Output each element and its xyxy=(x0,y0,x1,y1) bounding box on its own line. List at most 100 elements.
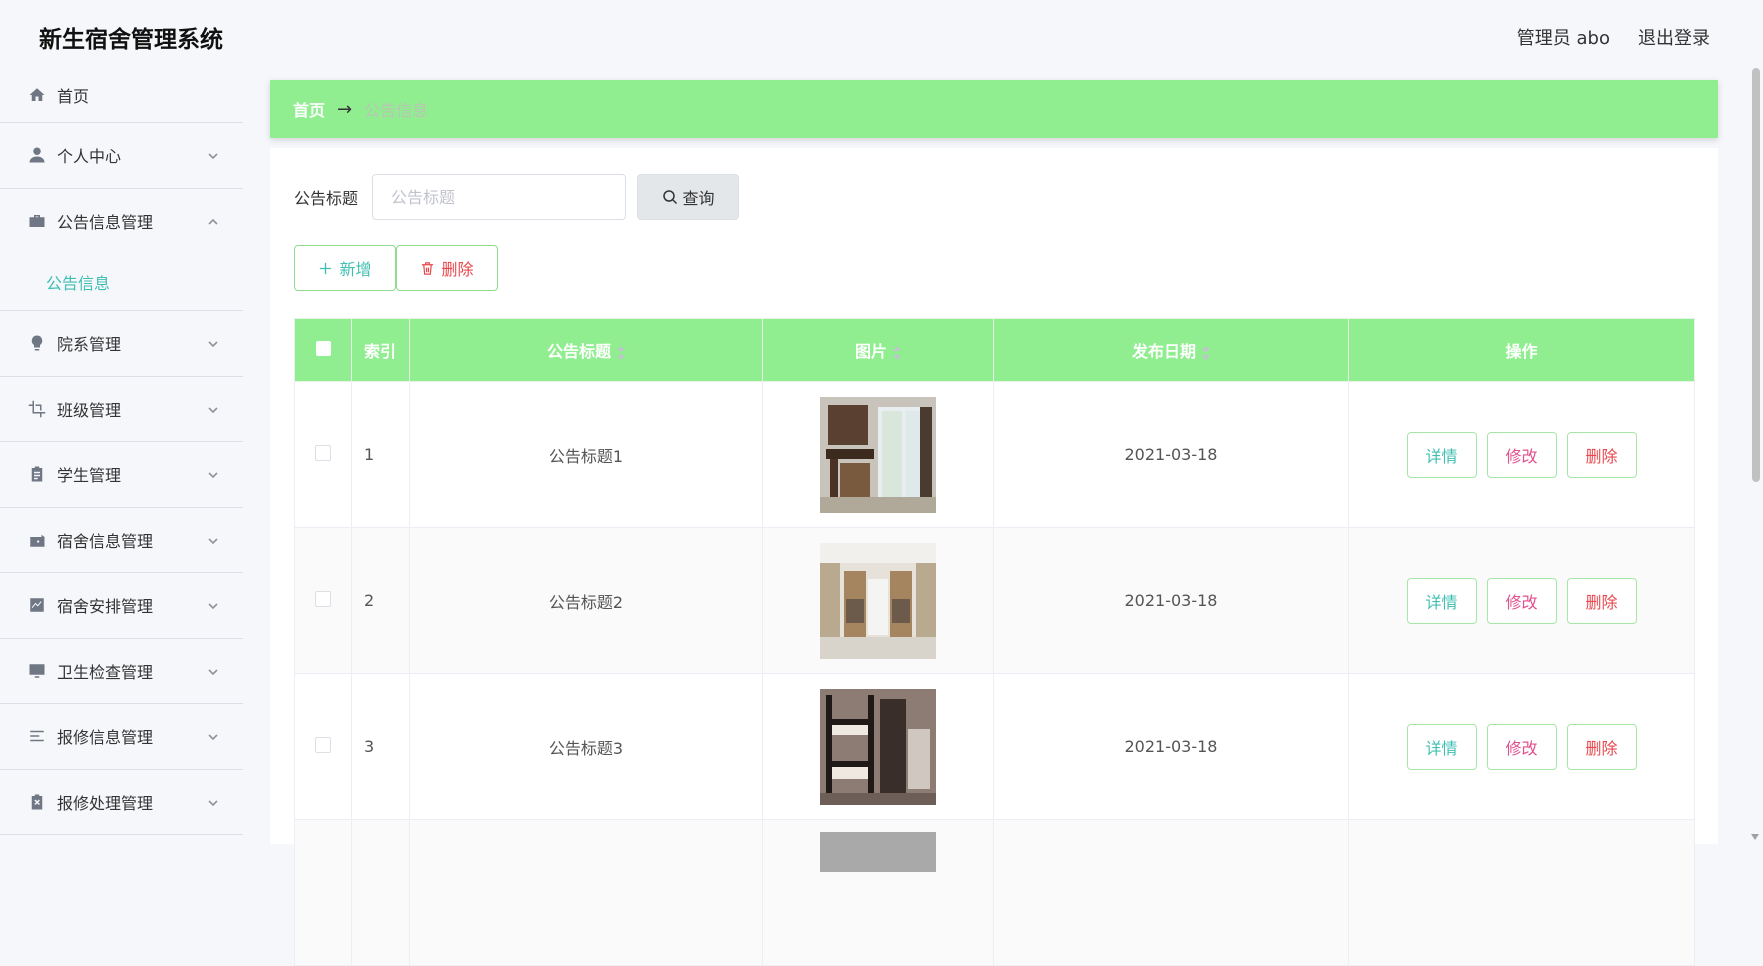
bulk-delete-label: 删除 xyxy=(441,260,474,279)
dorm-photo-image xyxy=(820,542,936,659)
chevron-down-icon xyxy=(207,335,219,348)
scrollbar-thumb[interactable] xyxy=(1752,68,1760,482)
briefcase-icon xyxy=(28,212,46,230)
sidebar-item-label: 宿舍信息管理 xyxy=(57,531,154,551)
wallet-icon xyxy=(28,531,46,549)
sort-icon[interactable] xyxy=(617,345,625,360)
current-user-label: 管理员 abo xyxy=(1516,28,1610,49)
sidebar-item-repair-handling[interactable]: 报修处理管理 xyxy=(0,770,243,835)
delete-button[interactable]: 删除 xyxy=(1566,431,1637,478)
select-all-checkbox[interactable] xyxy=(315,340,331,356)
row-title: 公告标题3 xyxy=(409,673,763,820)
row-title-cell xyxy=(409,819,763,966)
sidebar-subitem-notice-info[interactable]: 公告信息 xyxy=(0,254,243,311)
sidebar-item-student[interactable]: 学生管理 xyxy=(0,442,243,508)
page-scrollbar[interactable] xyxy=(1748,68,1763,844)
edit-button[interactable]: 修改 xyxy=(1486,431,1557,478)
table-row: 1 公告标题1 2021-03-18 详情 修改 删除 xyxy=(294,381,1695,528)
row-checkbox[interactable] xyxy=(315,590,331,607)
chevron-down-icon xyxy=(207,794,219,806)
sidebar-item-dorm-info[interactable]: 宿舍信息管理 xyxy=(0,508,243,573)
search-icon xyxy=(662,190,677,205)
column-header-image[interactable]: 图片 xyxy=(762,318,994,382)
sidebar-item-dorm-arrangement[interactable]: 宿舍安排管理 xyxy=(0,573,243,639)
breadcrumb-current: 公告信息 xyxy=(364,101,429,120)
column-header-actions: 操作 xyxy=(1348,318,1695,382)
sidebar-item-label: 班级管理 xyxy=(57,400,122,420)
chevron-down-icon xyxy=(207,147,219,160)
sort-icon[interactable] xyxy=(893,345,901,360)
row-select-cell xyxy=(294,819,352,966)
logout-link[interactable]: 退出登录 xyxy=(1638,24,1710,50)
row-select-cell xyxy=(294,673,352,820)
sort-icon[interactable] xyxy=(1202,345,1210,360)
search-button[interactable]: 查询 xyxy=(637,174,740,220)
scroll-down-arrow-icon[interactable] xyxy=(1751,834,1759,840)
row-actions-cell: 详情 修改 删除 xyxy=(1348,381,1695,528)
row-image-cell xyxy=(762,527,994,674)
chevron-down-icon xyxy=(207,728,219,741)
row-checkbox[interactable] xyxy=(315,444,331,461)
sidebar-item-home[interactable]: 首页 xyxy=(0,68,243,123)
detail-button[interactable]: 详情 xyxy=(1406,723,1477,770)
search-input[interactable] xyxy=(372,174,627,220)
bulk-delete-button[interactable]: 删除 xyxy=(396,245,498,291)
sidebar-item-label: 公告信息管理 xyxy=(57,213,154,233)
column-header-date[interactable]: 发布日期 xyxy=(993,318,1349,382)
row-checkbox[interactable] xyxy=(315,736,331,753)
delete-button[interactable]: 删除 xyxy=(1566,723,1637,770)
row-title: 公告标题2 xyxy=(409,527,763,674)
dorm-photo-image xyxy=(820,688,936,805)
dorm-photo-image xyxy=(820,396,936,513)
detail-button[interactable]: 详情 xyxy=(1406,431,1477,478)
sidebar-item-label: 报修处理管理 xyxy=(57,793,154,813)
sidebar-item-label: 报修信息管理 xyxy=(57,728,154,748)
table-row: 3 公告标题3 2021-03-18 详情 修改 删除 xyxy=(294,673,1695,820)
notice-table: 索引 公告标题 图片 发布日期 操作 1 公告标题1 2021-03-18 详情… xyxy=(294,318,1695,966)
edit-button[interactable]: 修改 xyxy=(1486,723,1557,770)
column-header-image-label: 图片 xyxy=(854,342,887,361)
row-index: 2 xyxy=(351,527,410,674)
action-toolbar: 新增 删除 xyxy=(294,245,498,291)
delete-button[interactable]: 删除 xyxy=(1566,577,1637,624)
sidebar-item-class[interactable]: 班级管理 xyxy=(0,377,243,442)
chevron-down-icon xyxy=(207,466,219,479)
sidebar-item-label: 首页 xyxy=(57,87,90,106)
search-bar: 公告标题 查询 xyxy=(294,174,740,220)
sidebar-item-label: 个人中心 xyxy=(57,147,122,167)
plus-icon xyxy=(320,262,332,274)
sidebar-item-label: 学生管理 xyxy=(57,466,122,486)
edit-button[interactable]: 修改 xyxy=(1486,577,1557,624)
row-date-cell xyxy=(993,819,1349,966)
trash-icon xyxy=(422,261,434,275)
search-button-label: 查询 xyxy=(682,189,715,208)
column-header-title[interactable]: 公告标题 xyxy=(409,318,763,382)
detail-button[interactable]: 详情 xyxy=(1406,577,1477,624)
sidebar-menu: 首页 个人中心 公告信息管理 公告信息 院系管理 班级管理 学生管理 宿舍信息管… xyxy=(0,68,243,844)
row-date: 2021-03-18 xyxy=(993,673,1349,820)
breadcrumb-home-link[interactable]: 首页 xyxy=(293,97,325,121)
sidebar-item-label: 卫生检查管理 xyxy=(57,662,154,682)
user-icon xyxy=(28,146,46,164)
breadcrumb: 首页 → 公告信息 xyxy=(270,80,1718,138)
row-date: 2021-03-18 xyxy=(993,527,1349,674)
sidebar-item-label: 宿舍安排管理 xyxy=(57,597,154,617)
main-content: 首页 → 公告信息 公告标题 查询 新增 删除 xyxy=(270,68,1718,966)
chevron-down-icon xyxy=(207,532,219,544)
sidebar-item-repair-info[interactable]: 报修信息管理 xyxy=(0,704,243,770)
row-title: 公告标题1 xyxy=(409,381,763,528)
dorm-photo-image xyxy=(820,832,936,872)
chart-icon xyxy=(28,596,46,614)
sidebar-item-profile[interactable]: 个人中心 xyxy=(0,123,243,189)
column-header-index: 索引 xyxy=(351,318,410,382)
sidebar-item-notice-management[interactable]: 公告信息管理 xyxy=(0,189,243,255)
home-icon xyxy=(28,86,46,104)
add-button[interactable]: 新增 xyxy=(294,245,396,291)
sidebar-item-hygiene-check[interactable]: 卫生检查管理 xyxy=(0,639,243,704)
sidebar-item-department[interactable]: 院系管理 xyxy=(0,311,243,377)
crop-icon xyxy=(28,400,46,418)
row-select-cell xyxy=(294,527,352,674)
content-panel: 公告标题 查询 新增 删除 xyxy=(270,148,1718,966)
column-header-title-label: 公告标题 xyxy=(546,342,611,361)
chevron-down-icon xyxy=(207,597,219,610)
